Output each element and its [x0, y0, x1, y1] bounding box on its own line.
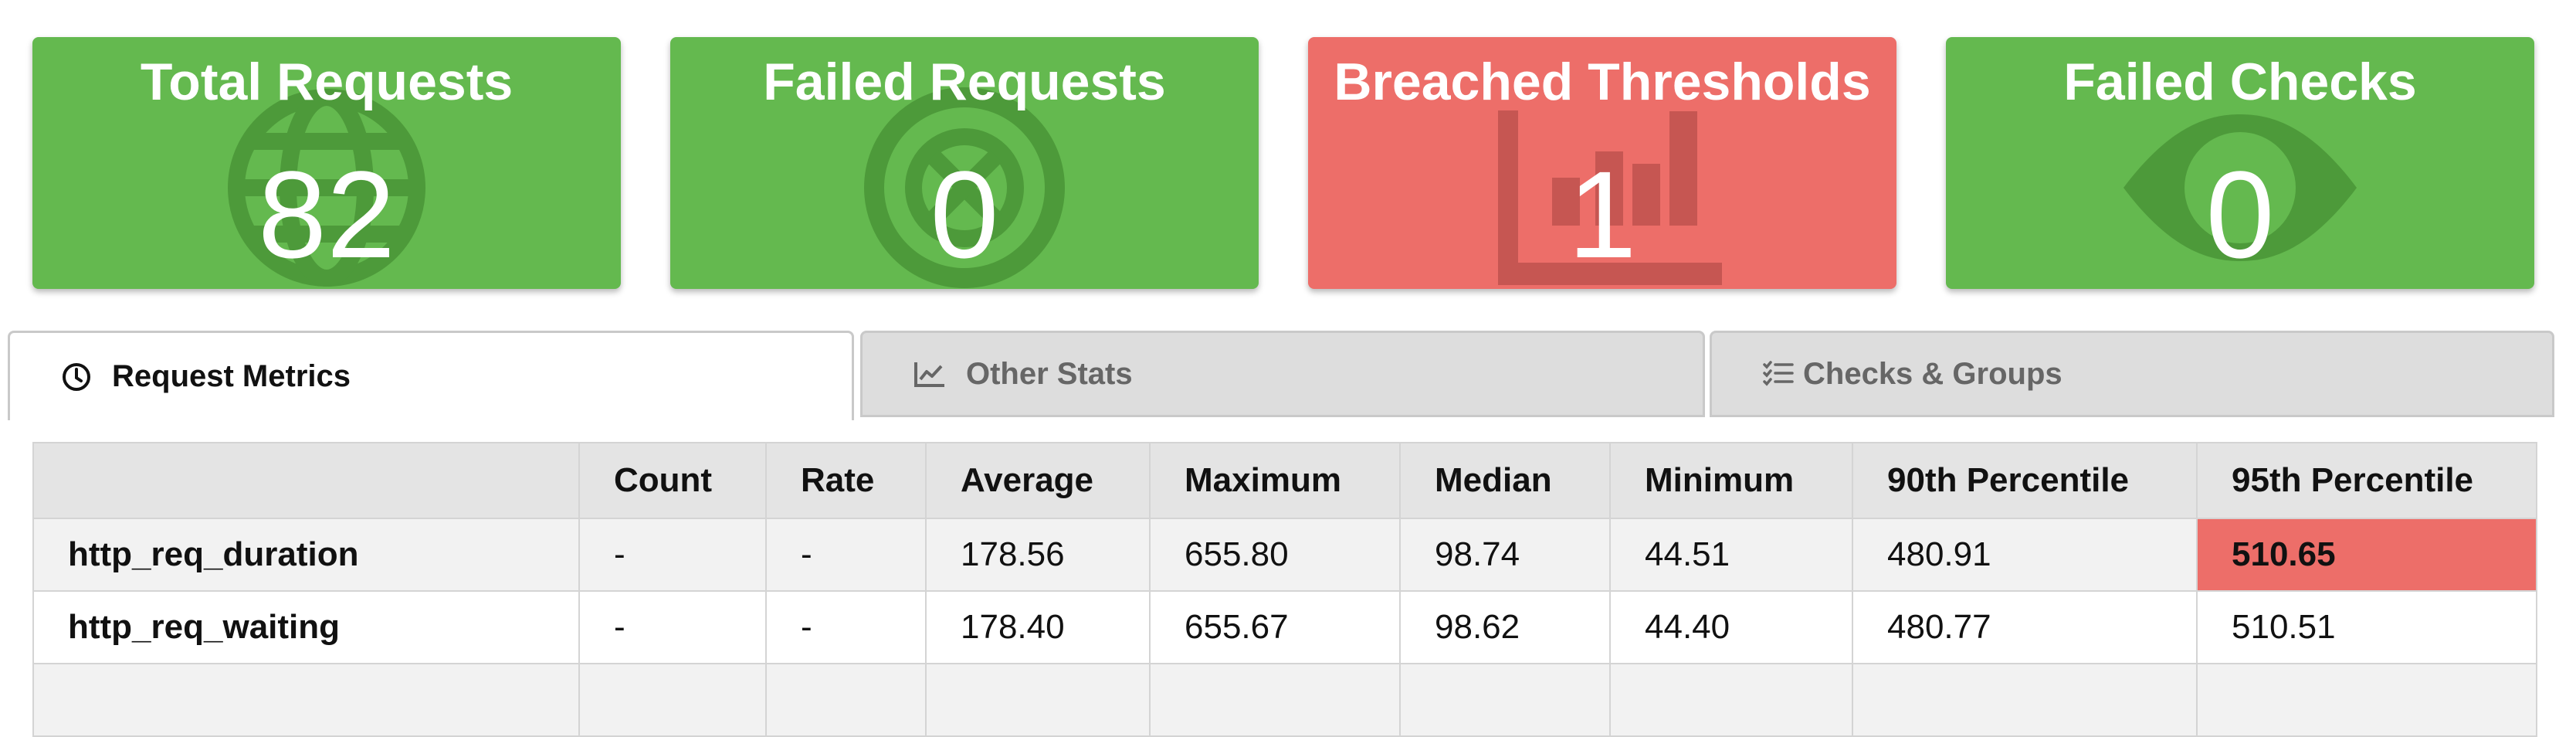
table-cell: 655.80 [1149, 518, 1401, 592]
table-cell: - [578, 518, 767, 592]
table-cell: - [765, 518, 927, 592]
table-row [32, 663, 2537, 737]
metric-name: http_req_waiting [32, 590, 580, 664]
column-header [32, 442, 580, 519]
tab-checks-groups[interactable]: Checks & Groups [1710, 331, 2554, 417]
tab-label: Request Metrics [112, 359, 351, 393]
column-header: Minimum [1609, 442, 1853, 519]
table-cell: - [765, 590, 927, 664]
table-cell: 480.91 [1852, 518, 2198, 592]
card-title: Total Requests [140, 53, 514, 111]
column-header: 95th Percentile [2196, 442, 2537, 519]
card-title: Failed Checks [2063, 53, 2417, 111]
tab-other-stats[interactable]: Other Stats [860, 331, 1705, 417]
failed-checks-card: Failed Checks 0 [1946, 37, 2534, 289]
request-metrics-table: Count Rate Average Maximum Median Minimu… [32, 442, 2537, 737]
card-value: 0 [930, 145, 999, 284]
column-header: Count [578, 442, 767, 519]
table-cell: 510.51 [2196, 590, 2537, 664]
column-header: Median [1399, 442, 1611, 519]
table-cell: 98.74 [1399, 518, 1611, 592]
table-cell: 98.62 [1399, 590, 1611, 664]
column-header: 90th Percentile [1852, 442, 2198, 519]
total-requests-card: Total Requests 82 [32, 37, 621, 289]
table-cell: 178.40 [925, 590, 1151, 664]
failed-requests-card: Failed Requests 0 [670, 37, 1259, 289]
table-cell: 178.56 [925, 518, 1151, 592]
card-value: 82 [258, 145, 395, 284]
card-title: Failed Requests [763, 53, 1166, 111]
card-title: Breached Thresholds [1334, 53, 1871, 111]
column-header: Rate [765, 442, 927, 519]
breached-thresholds-card: Breached Thresholds 1 [1308, 37, 1896, 289]
column-header: Maximum [1149, 442, 1401, 519]
breached-threshold-cell: 510.65 [2196, 518, 2537, 592]
table-cell: 655.67 [1149, 590, 1401, 664]
clock-icon [63, 362, 90, 391]
checklist-icon [1763, 361, 1794, 386]
card-value: 0 [2205, 145, 2275, 284]
table-header-row: Count Rate Average Maximum Median Minimu… [32, 442, 2537, 519]
line-chart-icon [914, 362, 944, 387]
table-cell: 44.40 [1609, 590, 1853, 664]
table-row: http_req_waiting - - 178.40 655.67 98.62… [32, 590, 2537, 664]
tab-label: Checks & Groups [1803, 356, 2062, 391]
table-cell: - [578, 590, 767, 664]
tab-request-metrics[interactable]: Request Metrics [8, 331, 854, 420]
card-value: 1 [1568, 145, 1637, 284]
table-cell: 480.77 [1852, 590, 2198, 664]
table-row: http_req_duration - - 178.56 655.80 98.7… [32, 518, 2537, 592]
table-cell: 44.51 [1609, 518, 1853, 592]
metric-name: http_req_duration [32, 518, 580, 592]
tab-label: Other Stats [966, 356, 1133, 391]
column-header: Average [925, 442, 1151, 519]
